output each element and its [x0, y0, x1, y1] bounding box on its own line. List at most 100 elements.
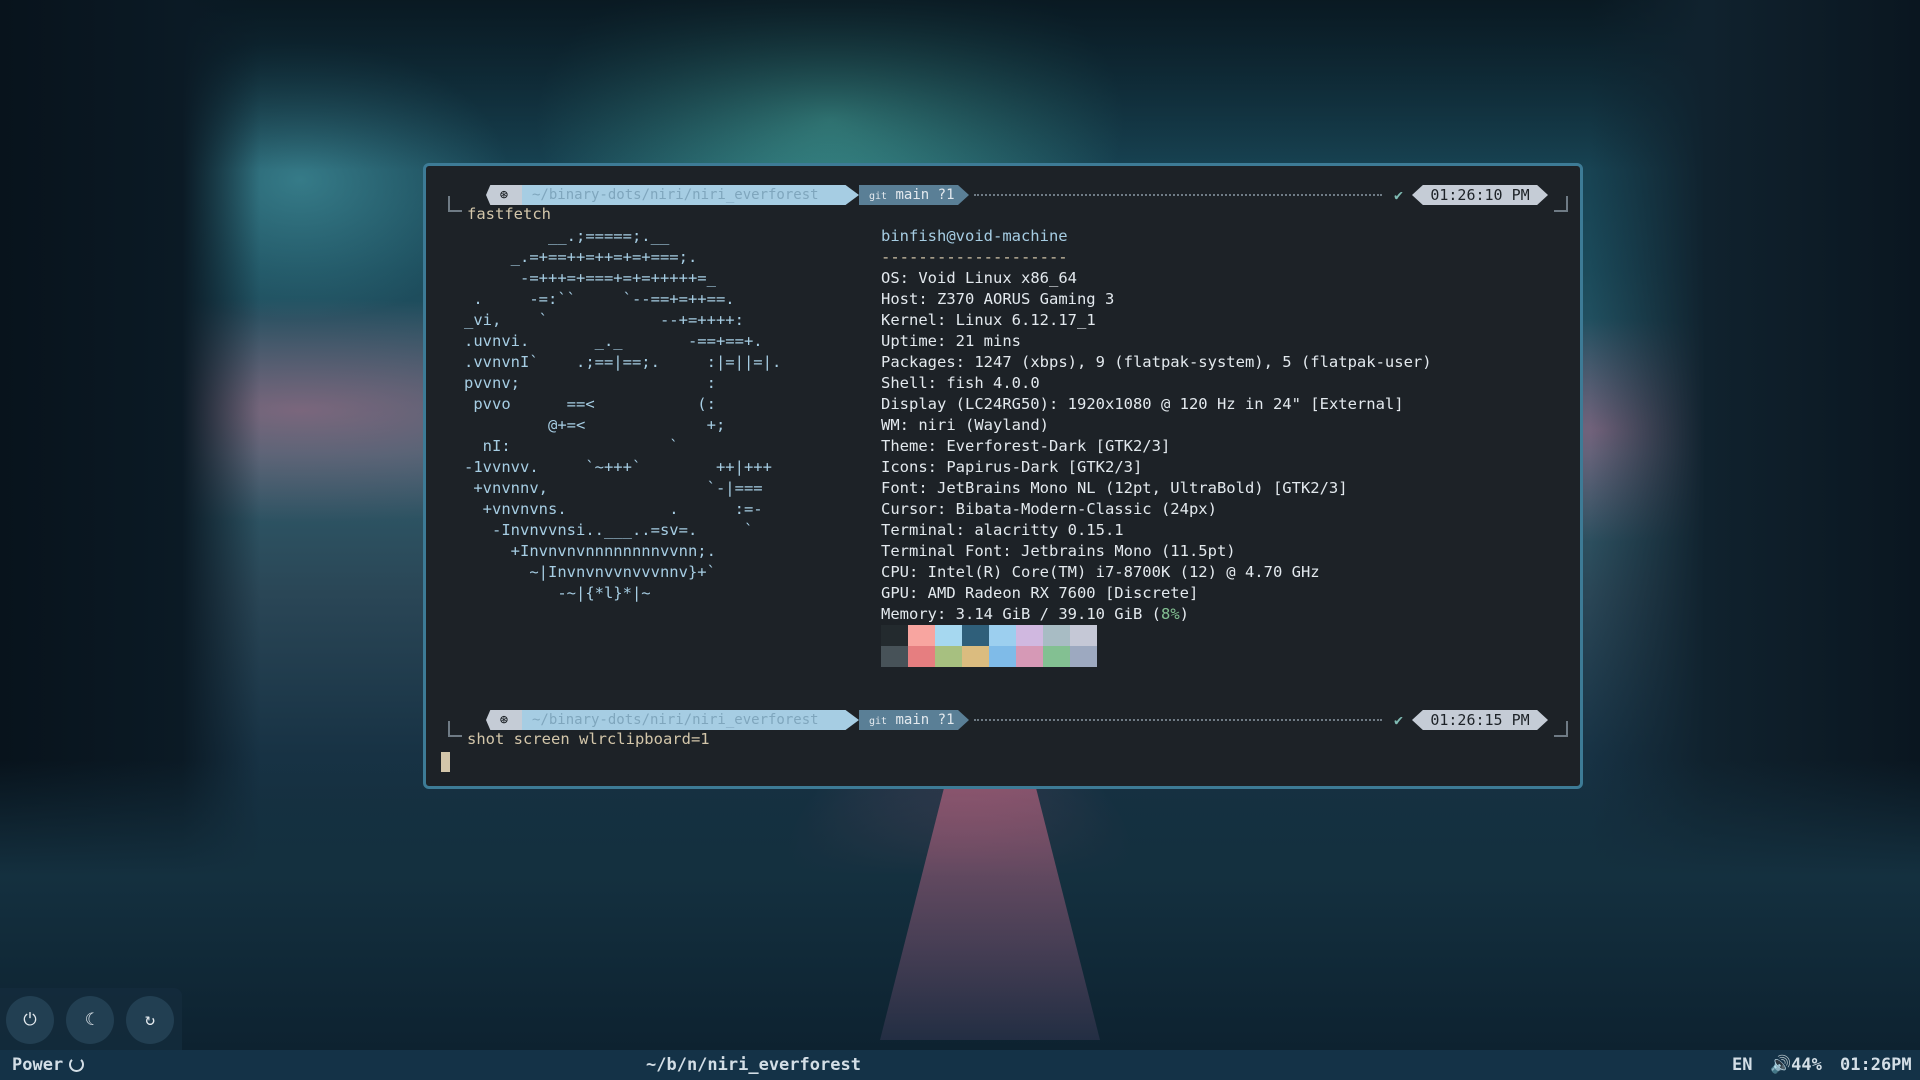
- info-key: Font: [881, 479, 919, 497]
- logo-line: . -=:`` `--==+=++==.: [464, 290, 735, 308]
- logo-line: +vnvnvns. . :=-: [464, 500, 763, 518]
- sleep-icon[interactable]: ☾: [66, 996, 114, 1044]
- info-value: Papirus-Dark [GTK2/3]: [946, 458, 1143, 476]
- info-value: Bibata-Modern-Classic (24px): [955, 500, 1217, 518]
- prompt-time: 01:26:10 PM: [1412, 185, 1548, 205]
- logo-line: +Invnvnvnnnnnnnnvvnn;.: [464, 542, 716, 560]
- color-swatch: [1016, 625, 1043, 646]
- info-row: Terminal: alacritty 0.15.1: [881, 521, 1124, 539]
- logo-line: nI: `: [464, 437, 679, 455]
- info-row: CPU: Intel(R) Core(TM) i7-8700K (12) @ 4…: [881, 563, 1320, 581]
- git-icon: git: [869, 716, 888, 727]
- info-key: Shell: [881, 374, 928, 392]
- color-swatch: [881, 646, 908, 667]
- status-bar: Power ~/b/n/niri_everforest EN 🔊44% 01:2…: [0, 1050, 1920, 1080]
- prompt-frame-left: [448, 721, 462, 737]
- logo-line: pvvo ==< (:: [464, 395, 716, 413]
- color-swatch: [1016, 646, 1043, 667]
- logo-line: _.=+==++=++=+=+===;.: [464, 248, 698, 266]
- info-value: Linux 6.12.17_1: [955, 311, 1096, 329]
- info-row: Shell: fish 4.0.0: [881, 374, 1040, 392]
- prompt-path: ~/binary-dots/niri/niri_everforest: [522, 710, 859, 730]
- logo-line: @+=< +;: [464, 416, 726, 434]
- logo-line: .uvnvi. _._ -==+==+.: [464, 332, 763, 350]
- info-value: niri (Wayland): [918, 416, 1049, 434]
- info-value: 3.14 GiB / 39.10 GiB (: [955, 605, 1161, 623]
- info-key: Kernel: [881, 311, 937, 329]
- info-key: Cursor: [881, 500, 937, 518]
- info-key: WM: [881, 416, 900, 434]
- info-value: JetBrains Mono NL (12pt, UltraBold) [GTK…: [937, 479, 1348, 497]
- info-value: Void Linux x86_64: [918, 269, 1077, 287]
- logo-line: -~|{*l}*|~: [464, 584, 651, 602]
- volume-indicator[interactable]: 🔊44%: [1770, 1050, 1822, 1080]
- color-palette: [881, 625, 1097, 667]
- terminal-window[interactable]: ⊛ ~/binary-dots/niri/niri_everforest git…: [423, 163, 1583, 789]
- window-title[interactable]: ~/b/n/niri_everforest: [646, 1050, 861, 1080]
- check-icon: ✔: [1394, 186, 1404, 204]
- command-line: fastfetch: [467, 205, 551, 223]
- info-row: Uptime: 21 mins: [881, 332, 1021, 350]
- color-swatch: [1043, 646, 1070, 667]
- info-key: Uptime: [881, 332, 937, 350]
- info-key: Host: [881, 290, 919, 308]
- color-swatch: [1043, 625, 1070, 646]
- info-key: Terminal Font: [881, 542, 1003, 560]
- power-off-icon[interactable]: ⏻: [6, 996, 54, 1044]
- keyboard-layout[interactable]: EN: [1732, 1050, 1752, 1080]
- info-row: Display (LC24RG50): 1920x1080 @ 120 Hz i…: [881, 395, 1404, 413]
- info-row: Theme: Everforest-Dark [GTK2/3]: [881, 437, 1171, 455]
- info-row: Host: Z370 AORUS Gaming 3: [881, 290, 1115, 308]
- info-key: CPU: [881, 563, 909, 581]
- prompt-path: ~/binary-dots/niri/niri_everforest: [522, 185, 859, 205]
- info-rows: OS: Void Linux x86_64 Host: Z370 AORUS Ga…: [881, 268, 1432, 604]
- info-value: alacritty 0.15.1: [974, 521, 1124, 539]
- logo-line: ~|Invnvnvvnvvvnnv}+`: [464, 563, 716, 581]
- color-swatch: [935, 646, 962, 667]
- system-info: binfish@void-machine -------------------…: [881, 226, 1432, 625]
- info-row: Icons: Papirus-Dark [GTK2/3]: [881, 458, 1143, 476]
- info-row: Font: JetBrains Mono NL (12pt, UltraBold…: [881, 479, 1348, 497]
- power-button[interactable]: Power: [12, 1050, 85, 1080]
- info-value: fish 4.0.0: [946, 374, 1040, 392]
- info-row: Packages: 1247 (xbps), 9 (flatpak-system…: [881, 353, 1432, 371]
- info-value: Everforest-Dark [GTK2/3]: [946, 437, 1171, 455]
- prompt-filler: [974, 719, 1382, 721]
- prompt-frame-right: [1554, 721, 1568, 737]
- git-branch: main ?1: [895, 187, 955, 203]
- command-line: shot screen wlrclipboard=1: [467, 730, 710, 748]
- logo-line: +vnvnnv, `-|===: [464, 479, 763, 497]
- info-row: GPU: AMD Radeon RX 7600 [Discrete]: [881, 584, 1199, 602]
- prompt-git-status: git main ?1: [859, 710, 969, 730]
- color-swatch: [908, 625, 935, 646]
- info-key: Memory: [881, 605, 937, 623]
- info-value: Intel(R) Core(TM) i7-8700K (12) @ 4.70 G…: [927, 563, 1320, 581]
- prompt-bar: ⊛ ~/binary-dots/niri/niri_everforest git…: [446, 184, 1568, 212]
- info-value: AMD Radeon RX 7600 [Discrete]: [927, 584, 1199, 602]
- info-row: WM: niri (Wayland): [881, 416, 1049, 434]
- prompt-frame-left: [448, 196, 462, 212]
- color-swatch: [908, 646, 935, 667]
- info-row: OS: Void Linux x86_64: [881, 269, 1077, 287]
- check-icon: ✔: [1394, 711, 1404, 729]
- logo-line: .vvnvnI` .;==|==;. :|=||=|.: [464, 353, 782, 371]
- power-label: Power: [12, 1055, 64, 1075]
- prompt-filler: [974, 194, 1382, 196]
- info-value: Jetbrains Mono (11.5pt): [1021, 542, 1236, 560]
- terminal-cursor: [441, 752, 450, 772]
- prompt-os-icon: ⊛: [486, 710, 522, 730]
- power-icon: [69, 1057, 85, 1072]
- color-swatch: [1070, 646, 1097, 667]
- prompt-time: 01:26:15 PM: [1412, 710, 1548, 730]
- info-separator: --------------------: [881, 248, 1068, 266]
- color-swatch: [962, 625, 989, 646]
- clock[interactable]: 01:26PM: [1840, 1050, 1912, 1080]
- power-menu: ⏻ ☾ ↻: [0, 988, 182, 1050]
- color-swatch: [989, 625, 1016, 646]
- info-row: Cursor: Bibata-Modern-Classic (24px): [881, 500, 1217, 518]
- info-value: Z370 AORUS Gaming 3: [937, 290, 1115, 308]
- logo-line: pvvnv; :: [464, 374, 716, 392]
- restart-icon[interactable]: ↻: [126, 996, 174, 1044]
- color-swatch: [935, 625, 962, 646]
- prompt-os-icon: ⊛: [486, 185, 522, 205]
